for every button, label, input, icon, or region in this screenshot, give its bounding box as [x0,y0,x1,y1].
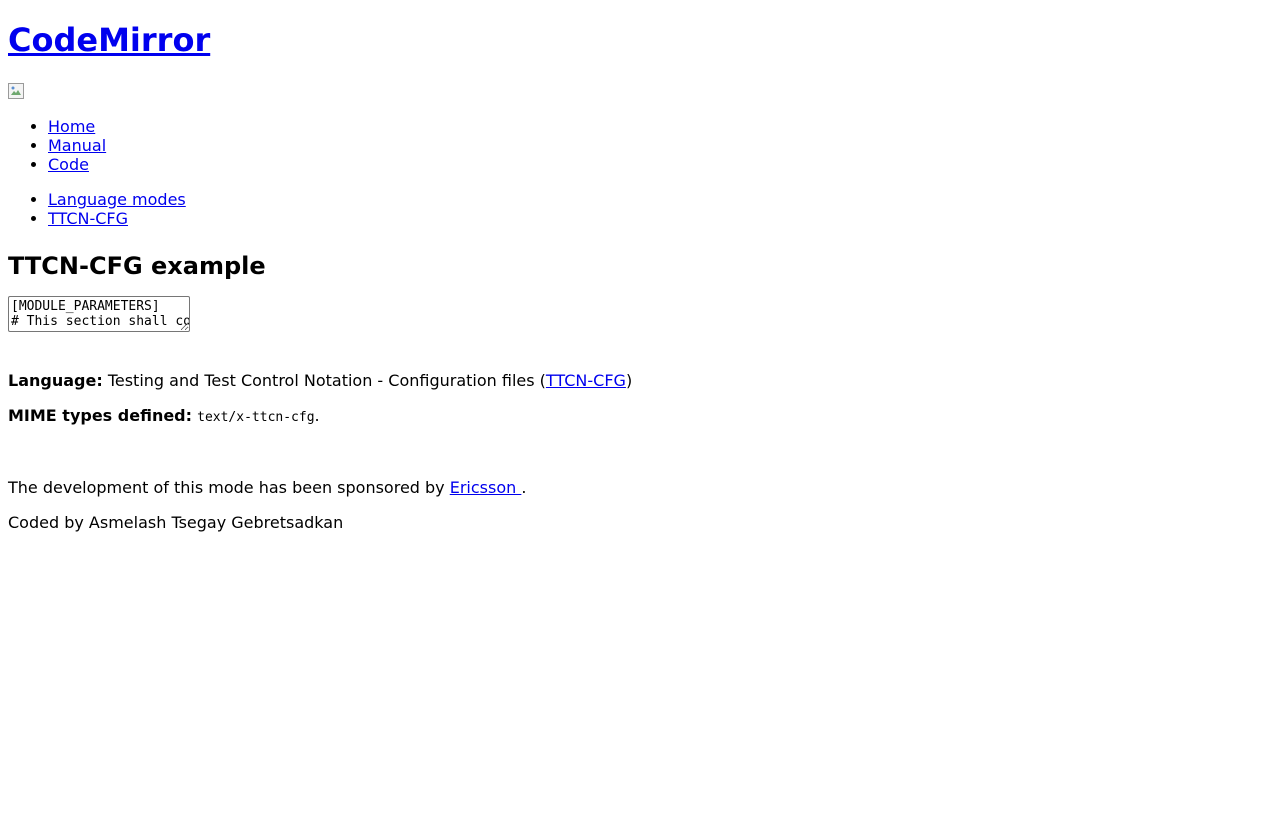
sponsor-note: The development of this mode has been sp… [8,478,1272,497]
sponsor-suffix: . [521,478,527,497]
language-info: Language: Testing and Test Control Notat… [8,371,1272,390]
author-credit: Coded by Asmelash Tsegay Gebretsadkan [8,513,344,532]
breadcrumb-item-language-modes: Language modes [48,190,1272,209]
mime-value: text/x-ttcn-cfg [197,410,315,425]
mime-info: MIME types defined: text/x-ttcn-cfg. [8,406,1272,427]
nav-link-code[interactable]: Code [48,155,89,174]
site-title: CodeMirror [8,21,1272,59]
code-editor-textarea[interactable] [8,296,190,332]
breadcrumb-link-ttcn-cfg[interactable]: TTCN-CFG [48,209,128,228]
language-text-end: ) [625,371,633,390]
logo-link[interactable] [8,83,24,99]
broken-image-icon [8,83,24,99]
nav-link-manual[interactable]: Manual [48,136,106,155]
breadcrumb-link-language-modes[interactable]: Language modes [48,190,186,209]
breadcrumb: Language modes TTCN-CFG [8,190,1272,228]
mime-label: MIME types defined: [8,406,193,425]
nav-link-home[interactable]: Home [48,117,95,136]
site-title-link[interactable]: CodeMirror [8,21,210,59]
page-heading: TTCN-CFG example [8,252,266,280]
breadcrumb-item-ttcn-cfg: TTCN-CFG [48,209,1272,228]
nav-item-code: Code [48,155,1272,174]
mime-suffix: . [314,406,320,425]
sponsor-text: The development of this mode has been sp… [8,478,450,497]
language-label: Language: [8,371,103,390]
page: CodeMirror Home Manual Code Language mod… [0,21,1280,532]
main-navigation: Home Manual Code [8,117,1272,174]
sponsor-link[interactable]: Ericsson [450,478,522,497]
nav-item-manual: Manual [48,136,1272,155]
language-text: Testing and Test Control Notation - Conf… [102,371,546,390]
nav-item-home: Home [48,117,1272,136]
language-spec-link[interactable]: TTCN-CFG [546,371,626,390]
